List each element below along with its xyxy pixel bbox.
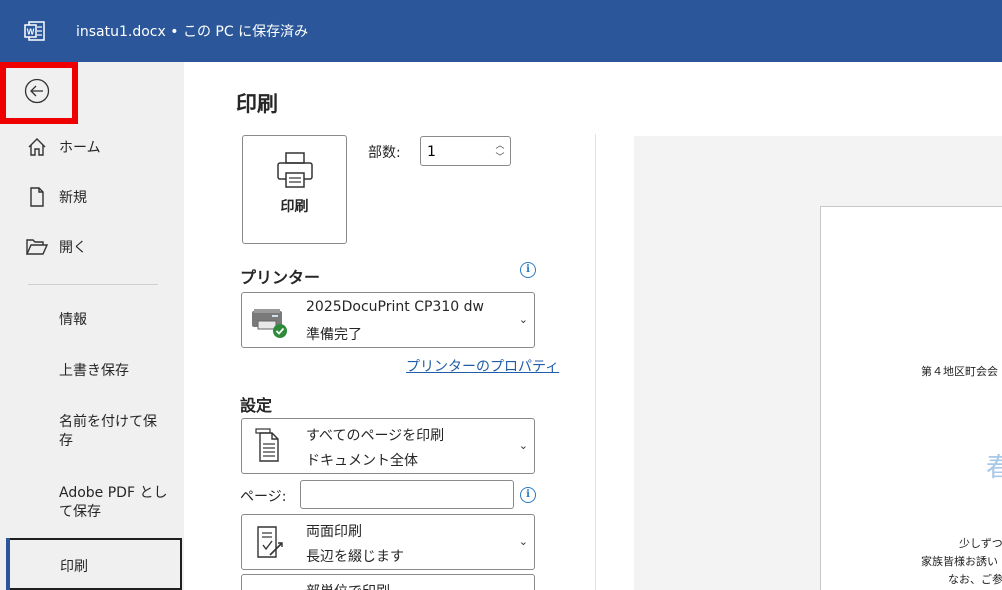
document-pages-icon bbox=[255, 428, 279, 462]
printer-name: 2025DocuPrint CP310 dw bbox=[306, 299, 484, 315]
printer-status: 準備完了 bbox=[306, 327, 362, 343]
preview-text-line: 第４地区町会会 bbox=[921, 365, 998, 378]
preview-heading: 春 bbox=[986, 447, 1002, 484]
sidebar-item-new[interactable]: 新規 bbox=[0, 184, 184, 210]
document-title: insatu1.docx • この PC に保存済み bbox=[76, 24, 309, 40]
print-preview-area: 第４地区町会会 春 少しずつ暖 家族皆様お誘い なお、ご参 bbox=[634, 136, 1002, 590]
copies-input[interactable] bbox=[427, 142, 487, 162]
sidebar-item-save[interactable]: 上書き保存 bbox=[59, 362, 169, 381]
sidebar-item-label: 印刷 bbox=[60, 559, 88, 575]
print-range-value: すべてのページを印刷 bbox=[306, 428, 445, 444]
sidebar-item-home[interactable]: ホーム bbox=[0, 134, 184, 160]
copies-stepper[interactable]: ︿ ﹀ bbox=[420, 136, 511, 166]
print-panel: 印刷 印刷 部数: ︿ ﹀ プリンター i 2025DocuPrint CP31… bbox=[184, 62, 1002, 590]
collate-select[interactable]: 部単位で印刷 bbox=[241, 574, 535, 590]
chevron-up-icon[interactable]: ︿ bbox=[494, 140, 506, 152]
pages-input[interactable] bbox=[300, 480, 514, 509]
info-icon[interactable]: i bbox=[520, 487, 536, 503]
new-document-icon bbox=[25, 185, 49, 209]
printer-select[interactable]: 2025DocuPrint CP310 dw 準備完了 ⌄ bbox=[241, 292, 535, 348]
duplex-print-icon bbox=[257, 526, 283, 558]
backstage-sidebar: ホーム 新規 開く 情報 上書き保存 名前を付けて保存 Adobe PDF とし… bbox=[0, 62, 184, 590]
copies-label: 部数: bbox=[368, 145, 401, 161]
preview-text-line: なお、ご参 bbox=[948, 573, 1002, 586]
duplex-detail: 長辺を綴じます bbox=[306, 549, 404, 565]
sidebar-item-adobe-pdf[interactable]: Adobe PDF として保存 bbox=[59, 484, 169, 522]
printer-properties-link[interactable]: プリンターのプロパティ bbox=[406, 356, 559, 376]
printer-icon bbox=[277, 152, 313, 188]
sidebar-divider bbox=[28, 284, 158, 285]
sidebar-item-info[interactable]: 情報 bbox=[59, 311, 169, 330]
sidebar-item-save-as[interactable]: 名前を付けて保存 bbox=[59, 413, 169, 451]
page-title: 印刷 bbox=[236, 92, 278, 116]
sidebar-item-print[interactable]: 印刷 bbox=[6, 538, 182, 590]
preview-page[interactable]: 第４地区町会会 春 少しずつ暖 家族皆様お誘い なお、ご参 bbox=[820, 206, 1002, 590]
sidebar-item-label: 開く bbox=[59, 240, 87, 256]
print-range-detail: ドキュメント全体 bbox=[306, 453, 418, 469]
title-bar: W insatu1.docx • この PC に保存済み bbox=[0, 0, 1002, 62]
back-button[interactable] bbox=[12, 72, 62, 110]
svg-text:W: W bbox=[27, 28, 35, 37]
panel-divider bbox=[595, 134, 596, 590]
folder-open-icon bbox=[25, 235, 49, 259]
preview-text-line: 少しずつ暖 bbox=[959, 537, 1002, 550]
sidebar-item-label: 新規 bbox=[59, 190, 87, 206]
printer-section-header: プリンター bbox=[240, 268, 321, 287]
print-range-select[interactable]: すべてのページを印刷 ドキュメント全体 ⌄ bbox=[241, 418, 535, 474]
word-app-icon: W bbox=[24, 21, 46, 41]
back-arrow-icon bbox=[24, 78, 50, 104]
sidebar-item-open[interactable]: 開く bbox=[0, 234, 184, 260]
duplex-value: 両面印刷 bbox=[306, 524, 362, 540]
chevron-down-icon: ⌄ bbox=[518, 535, 528, 548]
sidebar-item-label: ホーム bbox=[59, 140, 101, 156]
pages-label: ページ: bbox=[240, 489, 287, 505]
home-icon bbox=[25, 135, 49, 159]
settings-section-header: 設定 bbox=[240, 396, 273, 415]
print-button-label: 印刷 bbox=[280, 199, 309, 215]
printer-ready-icon bbox=[252, 309, 287, 338]
chevron-down-icon: ⌄ bbox=[518, 439, 528, 452]
print-button[interactable]: 印刷 bbox=[242, 135, 347, 244]
info-icon[interactable]: i bbox=[520, 262, 536, 278]
duplex-select[interactable]: 両面印刷 長辺を綴じます ⌄ bbox=[241, 514, 535, 570]
chevron-down-icon: ⌄ bbox=[518, 313, 528, 326]
preview-text-line: 家族皆様お誘い bbox=[921, 555, 998, 568]
collate-value: 部単位で印刷 bbox=[306, 581, 390, 590]
chevron-down-icon[interactable]: ﹀ bbox=[494, 152, 506, 164]
